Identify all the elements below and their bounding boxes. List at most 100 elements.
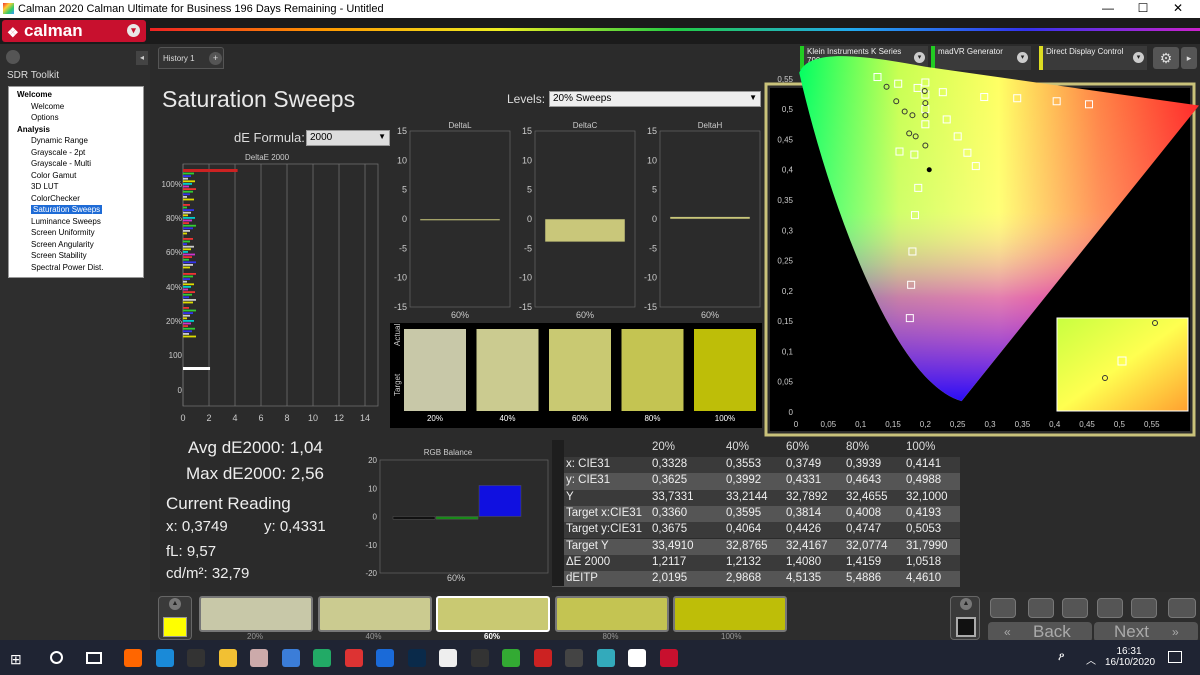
table-cell: 0,3749 — [786, 458, 822, 470]
calman-icon[interactable] — [659, 649, 678, 667]
stop-icon[interactable] — [990, 598, 1016, 618]
bar — [183, 327, 195, 330]
play-icon[interactable] — [1028, 598, 1054, 618]
y-tick-label: 100 — [169, 351, 183, 360]
y-tick-label: 0,15 — [777, 317, 793, 326]
bar — [669, 216, 751, 220]
4k-icon[interactable] — [187, 649, 205, 667]
refresh-icon[interactable] — [1131, 598, 1157, 618]
chevron-up-icon[interactable]: ▲ — [169, 598, 181, 610]
patch-button[interactable] — [673, 596, 787, 632]
bar — [183, 177, 188, 180]
clock[interactable]: 16:31 16/10/2020 — [1105, 646, 1155, 668]
y-tick-label: 80% — [166, 214, 182, 223]
back-button[interactable]: « Back — [988, 622, 1092, 642]
y-tick-label: -5 — [649, 243, 657, 253]
y-tick-label: 0 — [527, 214, 532, 224]
avg-de: Avg dE2000: 1,04 — [188, 438, 323, 457]
y-tick-label: -15 — [519, 302, 532, 312]
mail-icon[interactable] — [376, 649, 394, 667]
bar — [183, 320, 194, 322]
y-tick-label: 10 — [368, 484, 377, 493]
bar — [183, 232, 187, 235]
y-tick-label: 15 — [397, 126, 407, 136]
people-icon[interactable]: ዖ — [1058, 651, 1064, 664]
chevron-up-icon[interactable]: ︿ — [1086, 652, 1096, 667]
y-tick-label: -10 — [394, 273, 407, 283]
x-tick-label: 8 — [284, 413, 289, 423]
table-cell: Target y:CIE31 — [566, 523, 643, 536]
y-tick-label: 20 — [368, 456, 377, 465]
network-icon[interactable] — [281, 649, 300, 667]
edge-icon[interactable] — [155, 649, 174, 667]
firefox-icon[interactable] — [124, 649, 142, 667]
y-tick-label: 60% — [166, 248, 182, 257]
bar — [183, 190, 193, 193]
bar — [183, 230, 190, 232]
clock-time: 16:31 — [1116, 646, 1142, 657]
color-swatch — [621, 329, 684, 411]
bar — [183, 367, 211, 370]
x-tick-label: 0,4 — [1049, 420, 1061, 429]
record-icon[interactable] — [1062, 598, 1088, 618]
bar — [183, 273, 196, 275]
stop-panel: ▲ — [950, 596, 980, 640]
stop-button[interactable] — [956, 617, 976, 637]
stream-icon[interactable] — [470, 649, 489, 667]
app-icon[interactable] — [313, 649, 331, 667]
max-de: Max dE2000: 2,56 — [186, 464, 324, 483]
y-tick-label: -15 — [644, 302, 657, 312]
swatch-label: 40% — [499, 414, 515, 423]
bar — [183, 264, 193, 266]
color-swatch — [476, 329, 539, 411]
notification-icon[interactable] — [1168, 651, 1182, 663]
avatar-icon[interactable] — [250, 649, 268, 667]
table-cell: 2,9868 — [726, 572, 762, 585]
y-tick-label: 0,45 — [777, 135, 793, 144]
table-cell: 2,0195 — [652, 572, 688, 585]
app-icon[interactable] — [533, 649, 552, 667]
file-explorer-icon[interactable] — [218, 649, 237, 667]
bar — [183, 175, 191, 177]
app-icon[interactable] — [344, 649, 363, 667]
search-icon[interactable] — [50, 651, 63, 664]
bar — [183, 307, 189, 309]
chart-title: DeltaL — [448, 121, 472, 130]
windows-start-icon[interactable]: ⊞ — [10, 651, 22, 668]
current-color-panel: ▲ — [158, 596, 192, 640]
loop-icon[interactable] — [1097, 598, 1123, 618]
y-tick-label: 100% — [162, 180, 182, 189]
x-tick-label: 60% — [701, 310, 719, 320]
patch-button[interactable] — [554, 596, 669, 632]
patch-button[interactable] — [436, 596, 550, 632]
chevron-up-icon[interactable]: ▲ — [960, 598, 972, 610]
chart-title: DeltaE 2000 — [245, 153, 290, 162]
y-tick-label: -10 — [365, 541, 377, 550]
photos-icon[interactable] — [628, 649, 646, 667]
table-cell: 0,3939 — [846, 458, 882, 470]
task-view-icon[interactable] — [86, 652, 102, 664]
next-button[interactable]: Next » — [1094, 622, 1198, 642]
patch-button[interactable] — [199, 596, 313, 632]
table-cell: x: CIE31 — [566, 458, 611, 470]
column-header: 60% — [786, 441, 810, 453]
bar — [183, 333, 189, 335]
photoshop-icon[interactable] — [407, 649, 426, 667]
current-x: x: 0,3749 — [166, 518, 228, 535]
x-tick-label: 0,45 — [1079, 420, 1095, 429]
bar — [183, 312, 193, 314]
x-tick-label: 6 — [258, 413, 263, 423]
app-icon[interactable] — [502, 649, 520, 667]
calculator-icon[interactable] — [565, 649, 583, 667]
current-cdm: cd/m²: 32,79 — [166, 565, 250, 582]
x-tick-label: 0,2 — [920, 420, 932, 429]
cube-icon[interactable] — [596, 649, 615, 667]
vnc-icon[interactable] — [439, 649, 457, 667]
patch-button[interactable] — [317, 596, 432, 632]
bar — [183, 243, 187, 245]
chevron-right-icon: » — [1172, 625, 1179, 639]
table-cell: 0,3360 — [652, 506, 688, 519]
table-cell: 33,7331 — [652, 490, 694, 503]
settings-icon[interactable] — [1168, 598, 1196, 618]
y-tick-label: 0,4 — [782, 166, 794, 175]
